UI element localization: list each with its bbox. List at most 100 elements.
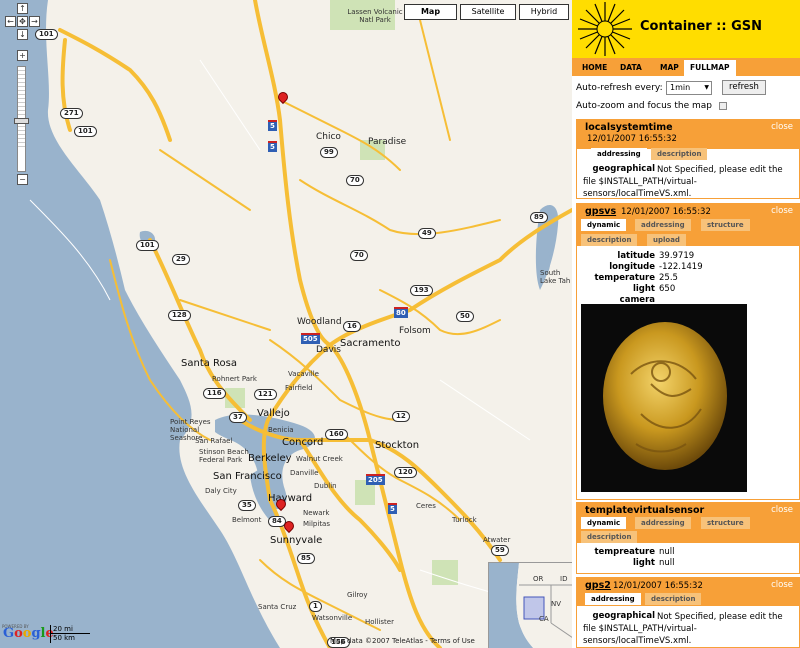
map-label-milpitas: Milpitas bbox=[303, 520, 330, 528]
map-view[interactable]: Lassen Volcanic Natl Park Chico Paradise… bbox=[0, 0, 572, 648]
map-label-sunnyvale: Sunnyvale bbox=[270, 535, 323, 546]
sensor-tab-addressing[interactable]: addressing bbox=[635, 517, 691, 529]
map-label-newark: Newark bbox=[303, 509, 330, 517]
route-shield: 70 bbox=[346, 175, 364, 186]
pan-up-icon[interactable]: ↑ bbox=[17, 3, 28, 14]
close-link[interactable]: close bbox=[771, 122, 793, 132]
panel-header: Container :: GSN bbox=[572, 0, 800, 58]
map-label-chico: Chico bbox=[316, 132, 341, 142]
autorefresh-select-value: 1min bbox=[670, 83, 691, 92]
sensor-box-gps2: gps2 12/01/2007 16:55:32 close addressin… bbox=[576, 577, 800, 648]
pan-right-icon[interactable]: → bbox=[29, 16, 40, 27]
interstate-shield: 5 bbox=[388, 503, 397, 514]
field-value: 39.9719 bbox=[659, 251, 695, 261]
pan-center-icon[interactable]: ✥ bbox=[17, 16, 28, 27]
map-label-dalycity: Daly City bbox=[205, 487, 237, 495]
gsn-sun-logo bbox=[578, 2, 632, 56]
sensor-tab-structure[interactable]: structure bbox=[701, 219, 750, 231]
refresh-button[interactable]: refresh bbox=[722, 80, 766, 95]
route-shield: 99 bbox=[320, 147, 338, 158]
field-value: Not Specified, please edit the file $INS… bbox=[583, 612, 783, 646]
map-label-berkeley: Berkeley bbox=[248, 453, 292, 464]
route-shield: 101 bbox=[74, 126, 97, 137]
pan-down-icon[interactable]: ↓ bbox=[17, 29, 28, 40]
sensor-tab-upload[interactable]: upload bbox=[647, 234, 686, 246]
field-key: latitude bbox=[617, 251, 655, 261]
sensor-name[interactable]: gps2 bbox=[585, 580, 611, 591]
gsn-panel: Container :: GSN HOME DATA MAP FULLMAP A… bbox=[572, 0, 800, 648]
field-value: Not Specified, please edit the file $INS… bbox=[583, 165, 783, 199]
sensor-tab-structure[interactable]: structure bbox=[701, 517, 750, 529]
interstate-shield: 5 bbox=[268, 141, 277, 152]
pan-left-icon[interactable]: ← bbox=[5, 16, 16, 27]
route-shield: 116 bbox=[203, 388, 226, 399]
close-link[interactable]: close bbox=[771, 206, 793, 216]
field-value: null bbox=[659, 547, 675, 557]
tab-fullmap[interactable]: FULLMAP bbox=[684, 60, 736, 76]
route-shield: 85 bbox=[297, 553, 315, 564]
tab-data[interactable]: DATA bbox=[614, 60, 648, 76]
field-value: -122.1419 bbox=[659, 262, 703, 272]
map-label-santacruz: Santa Cruz bbox=[258, 603, 297, 611]
sensor-tab-addressing[interactable]: addressing bbox=[585, 593, 641, 605]
autorefresh-select[interactable]: 1min ▼ bbox=[666, 81, 712, 95]
sensor-tab-description[interactable]: description bbox=[651, 148, 708, 160]
map-label-davis: Davis bbox=[316, 345, 341, 355]
map-type-hybrid-button[interactable]: Hybrid bbox=[519, 4, 569, 20]
zoom-out-icon[interactable]: − bbox=[17, 174, 28, 185]
scale-miles: 20 mi bbox=[50, 625, 90, 634]
map-label-rohnert: Rohnert Park bbox=[212, 375, 257, 383]
app-root: Lassen Volcanic Natl Park Chico Paradise… bbox=[0, 0, 800, 648]
map-label-sanrafael: San Rafael bbox=[195, 437, 233, 445]
interstate-shield: 80 bbox=[394, 307, 408, 318]
overview-map[interactable]: OR ID NV CA bbox=[488, 562, 572, 648]
map-label-belmont: Belmont bbox=[232, 516, 262, 524]
close-link[interactable]: close bbox=[771, 580, 793, 590]
map-label-woodland: Woodland bbox=[297, 317, 342, 327]
map-copyright[interactable]: Map data ©2007 TeleAtlas - Terms of Use bbox=[330, 637, 475, 645]
interstate-shield: 505 bbox=[301, 333, 320, 344]
sensor-name[interactable]: gpsvs bbox=[585, 206, 616, 217]
field-key: light bbox=[632, 284, 655, 294]
route-shield: 128 bbox=[168, 310, 191, 321]
panel-tabs: HOME DATA MAP FULLMAP bbox=[572, 58, 800, 76]
map-label-sacramento: Sacramento bbox=[340, 338, 401, 349]
sensor-tab-addressing[interactable]: addressing bbox=[635, 219, 691, 231]
map-label-stockton: Stockton bbox=[375, 440, 420, 451]
map-label-concord: Concord bbox=[282, 437, 324, 448]
field-value: null bbox=[659, 558, 675, 568]
map-label-danville: Danville bbox=[290, 469, 319, 477]
sensor-time: 12/01/2007 16:55:32 bbox=[621, 207, 711, 217]
sensor-tab-description[interactable]: description bbox=[581, 531, 638, 543]
route-shield: 49 bbox=[418, 228, 436, 239]
zoom-in-icon[interactable]: + bbox=[17, 50, 28, 61]
field-key: tempreature bbox=[594, 547, 655, 557]
overview-label-ca: CA bbox=[539, 615, 549, 623]
map-type-satellite-button[interactable]: Satellite bbox=[460, 4, 516, 20]
sensor-tab-dynamic[interactable]: dynamic bbox=[581, 219, 627, 231]
route-shield: 37 bbox=[229, 412, 247, 423]
google-logo[interactable]: Google bbox=[3, 626, 54, 641]
sensor-tab-description[interactable]: description bbox=[645, 593, 702, 605]
sensor-box-templatevirtualsensor: templatevirtualsensor close dynamic addr… bbox=[576, 502, 800, 574]
close-link[interactable]: close bbox=[771, 505, 793, 515]
route-shield: 35 bbox=[238, 500, 256, 511]
zoom-slider-thumb[interactable] bbox=[14, 118, 29, 124]
autozoom-checkbox[interactable] bbox=[719, 102, 727, 110]
tab-map[interactable]: MAP bbox=[654, 60, 685, 76]
map-label-hollister: Hollister bbox=[365, 618, 394, 626]
map-label-vacaville: Vacaville bbox=[288, 370, 319, 378]
sensor-time: 12/01/2007 16:55:32 bbox=[587, 134, 677, 144]
map-label-folsom: Folsom bbox=[399, 326, 431, 336]
map-type-map-button[interactable]: Map bbox=[404, 4, 457, 20]
route-shield: 271 bbox=[60, 108, 83, 119]
sensor-name: templatevirtualsensor bbox=[585, 505, 705, 516]
map-label-turlock: Turlock bbox=[452, 516, 477, 524]
panel-title: Container :: GSN bbox=[640, 19, 763, 34]
sensor-tab-dynamic[interactable]: dynamic bbox=[581, 517, 627, 529]
tab-home[interactable]: HOME bbox=[576, 60, 613, 76]
sensor-tab-description[interactable]: description bbox=[581, 234, 638, 246]
map-label-dublin: Dublin bbox=[314, 482, 337, 490]
sensor-box-gpsvs: gpsvs 12/01/2007 16:55:32 close dynamic … bbox=[576, 203, 800, 500]
sensor-tab-addressing[interactable]: addressing bbox=[591, 148, 647, 160]
